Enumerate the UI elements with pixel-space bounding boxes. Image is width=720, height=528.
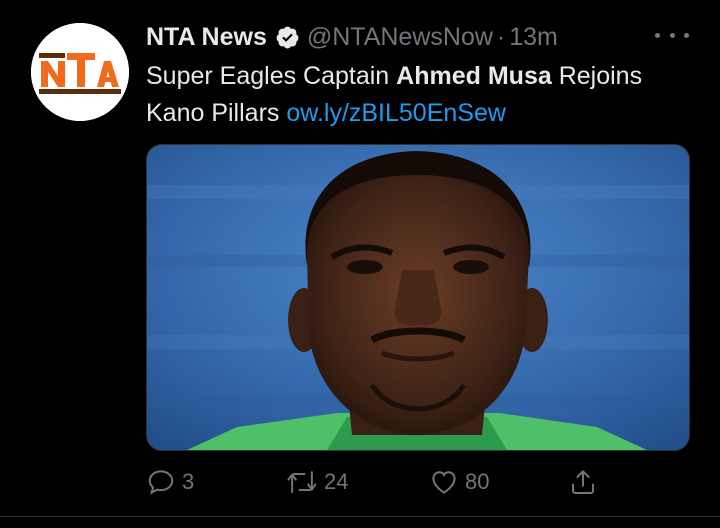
share-button[interactable]: [568, 464, 598, 500]
photo-icon: [147, 145, 689, 450]
heart-icon: [429, 467, 459, 497]
tweet-text: Super Eagles Captain Ahmed Musa Rejoins …: [146, 58, 706, 132]
separator-dot: ·: [496, 22, 506, 51]
tweet-text-part1: Super Eagles Captain: [146, 62, 397, 90]
divider: [0, 516, 720, 517]
reply-button[interactable]: 3: [146, 464, 194, 500]
tweet-actions: 3 24 80: [146, 464, 706, 500]
tweet-header: NTA News @NTANewsNow · 13m: [146, 20, 558, 54]
share-icon: [568, 467, 598, 497]
nta-logo-icon: [31, 23, 129, 121]
like-button[interactable]: 80: [429, 464, 489, 500]
reply-icon: [146, 467, 176, 497]
like-count: 80: [465, 469, 490, 494]
tweet-media-photo[interactable]: [146, 144, 690, 451]
retweet-icon: [286, 467, 318, 497]
tweet-link[interactable]: ow.ly/zBIL50EnSew: [286, 99, 506, 127]
retweet-count: 24: [324, 469, 349, 494]
reply-count: 3: [182, 469, 195, 494]
avatar[interactable]: [31, 23, 129, 121]
author-name[interactable]: NTA News: [146, 23, 267, 52]
retweet-button[interactable]: 24: [286, 464, 348, 500]
tweet-text-bold: Ahmed Musa: [396, 62, 552, 90]
verified-badge-icon: [275, 25, 300, 50]
author-handle[interactable]: @NTANewsNow: [307, 23, 493, 52]
tweet-timestamp[interactable]: 13m: [509, 23, 558, 52]
tweet-card[interactable]: NTA News @NTANewsNow · 13m Super Eagles …: [0, 0, 720, 528]
more-options-icon[interactable]: [655, 22, 689, 48]
